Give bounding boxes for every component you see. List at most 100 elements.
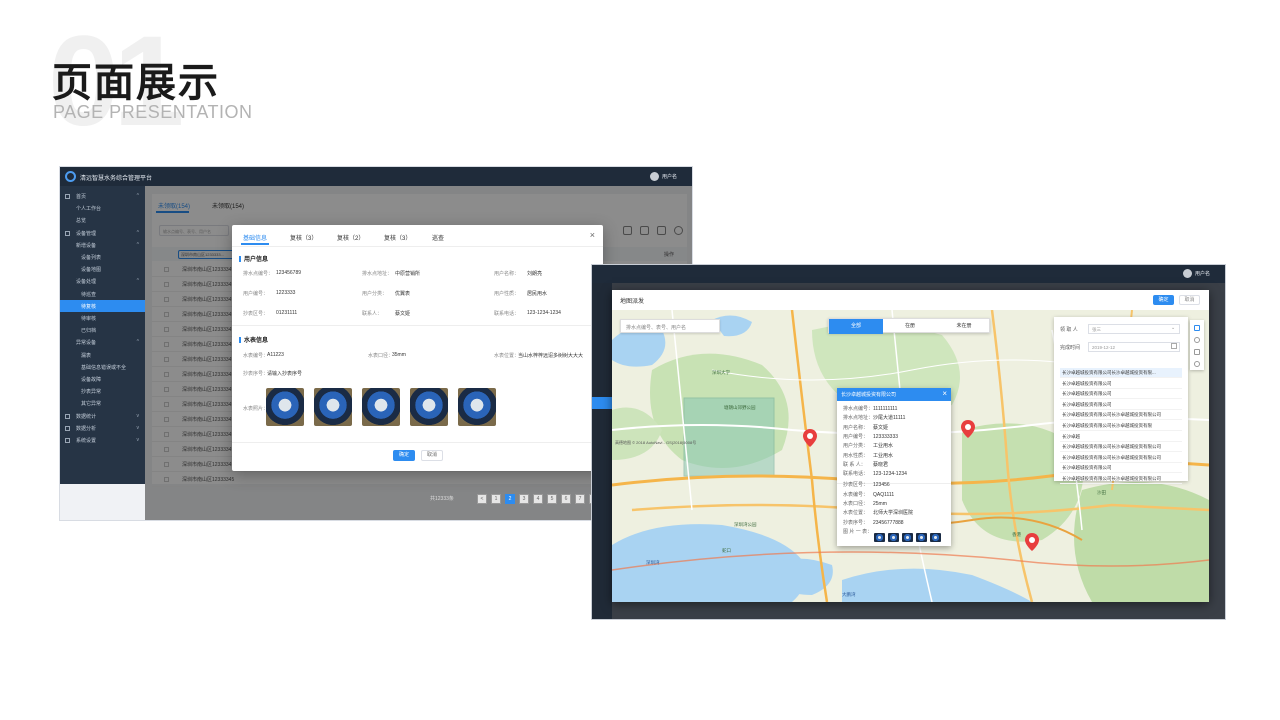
close-icon[interactable]: × xyxy=(942,389,947,398)
assign-list-item[interactable]: 长沙卓越城投资有限公司长沙卓越城投资有限公司 xyxy=(1060,453,1182,463)
map-canvas[interactable]: 深圳大学塘朗山郊野公园深圳湾蛇口深圳湾公园大鹏湾荔枝公园莲花山公园香港大围沙田 … xyxy=(612,310,1209,602)
field-label: 水表编号： xyxy=(243,353,269,359)
field-value: 35mm xyxy=(392,352,406,358)
assign-list-item[interactable]: 长沙卓越城投资有限公司 xyxy=(1060,463,1182,474)
meter-photo[interactable] xyxy=(410,388,448,426)
pager-page[interactable]: 6 xyxy=(561,494,571,504)
popup-row: 用户分类： 工业用水 xyxy=(843,442,893,449)
meter-photo[interactable] xyxy=(458,388,496,426)
pager-page[interactable]: 7 xyxy=(575,494,585,504)
popup-value: 123-1234-1234 xyxy=(873,471,907,478)
pager-page[interactable]: 4 xyxy=(533,494,543,504)
pager-prev-button[interactable]: < xyxy=(477,494,487,504)
confirm-button[interactable]: 确定 xyxy=(1153,295,1174,305)
map-copyright: 高德地图 © 2018 AutoNavi - GS(2018)5008号 xyxy=(615,440,697,445)
sidebar-item[interactable]: 设备管理 ^ xyxy=(60,227,145,239)
deadline-date-input[interactable]: 2019-12-12 xyxy=(1088,342,1180,352)
pager-page[interactable]: 3 xyxy=(519,494,529,504)
assign-list-item[interactable]: 长沙卓越城投资有限公司长沙卓越城投资有限公司 xyxy=(1060,410,1182,421)
pager-page[interactable]: 1 xyxy=(491,494,501,504)
meter-thumbnail[interactable] xyxy=(902,533,913,542)
map-label: 大鹏湾 xyxy=(842,592,856,597)
dialog-tab-basic-info[interactable]: 基础信息 xyxy=(243,233,267,242)
popup-row: 用户名称： 蔡文姬 xyxy=(843,424,888,431)
clear-tool-icon[interactable] xyxy=(1194,361,1200,367)
map-tab-all[interactable]: 全部 xyxy=(829,319,883,334)
sidebar-item[interactable]: 设备故障 xyxy=(60,373,145,385)
meter-photo[interactable] xyxy=(266,388,304,426)
sidebar-item[interactable]: 设备地图 xyxy=(60,263,145,275)
assign-list-item[interactable]: 长沙卓越城投资有限公司长沙卓越城投资有限 xyxy=(1060,421,1182,431)
assign-list-item[interactable]: 长沙卓越城投资有限公司 xyxy=(1060,400,1182,410)
sidebar-item[interactable]: 首页 ^ xyxy=(60,190,145,202)
section-meter-info: 水表信息 xyxy=(239,335,268,344)
assign-list-item[interactable]: 长沙卓越城投资有限公司长沙卓越城投资有限公司 xyxy=(1060,474,1182,484)
dialog-tab-inspection[interactable]: 巡查 xyxy=(432,233,444,242)
sidebar-item-label: 待审核 xyxy=(81,316,97,322)
meter-photo[interactable] xyxy=(362,388,400,426)
meter-thumbnail[interactable] xyxy=(930,533,941,542)
select-tool-icon[interactable] xyxy=(1194,325,1200,331)
rect-tool-icon[interactable] xyxy=(1194,349,1200,355)
sidebar-item[interactable]: 异常设备 ^ xyxy=(60,336,145,348)
field-value: 123456789 xyxy=(276,270,302,276)
sidebar-item[interactable]: 总览 xyxy=(60,214,145,226)
circle-tool-icon[interactable] xyxy=(1194,337,1200,343)
sidebar-item[interactable]: 数据分析 v xyxy=(60,422,145,434)
sidebar-item[interactable]: 设备处理 ^ xyxy=(60,275,145,287)
confirm-button[interactable]: 确定 xyxy=(393,450,415,461)
sidebar-item[interactable]: 其它异常 xyxy=(60,397,145,409)
sidebar-item[interactable]: 基础信息错误或不全 xyxy=(60,361,145,373)
meter-thumbnail[interactable] xyxy=(874,533,885,542)
avatar-icon[interactable] xyxy=(1183,269,1192,278)
map-tab-unregistered[interactable]: 未在册 xyxy=(937,319,991,334)
meter-photo[interactable] xyxy=(314,388,352,426)
pager-page[interactable]: 5 xyxy=(547,494,557,504)
sidebar-item[interactable]: 系统设置 v xyxy=(60,434,145,446)
map-pin-icon[interactable] xyxy=(1025,533,1039,551)
sidebar-item[interactable]: 数据统计 v xyxy=(60,410,145,422)
meter-thumbnail[interactable] xyxy=(888,533,899,542)
user-name[interactable]: 用户名 xyxy=(1195,270,1210,277)
sidebar-item[interactable]: 新增设备 ^ xyxy=(60,239,145,251)
assign-list-item[interactable]: 长沙卓越城投资有限公司长沙卓越城投资有限... xyxy=(1060,368,1182,378)
user-name[interactable]: 用户名 xyxy=(662,173,677,180)
map-pin-icon[interactable] xyxy=(803,429,817,447)
sidebar-item[interactable]: 待审核 xyxy=(60,312,145,324)
map-tab-registered[interactable]: 在册 xyxy=(883,319,937,334)
sidebar-item[interactable]: 抄表异常 xyxy=(60,385,145,397)
popup-label: 联系电话： xyxy=(843,471,869,478)
field-label: 联系电话： xyxy=(494,311,520,317)
dialog-tab-review-2[interactable]: 复核（2） xyxy=(337,233,364,242)
field-value[interactable]: 请输入抄表序号 xyxy=(267,370,302,377)
calendar-icon[interactable] xyxy=(1171,343,1177,349)
dialog-tab-review-3[interactable]: 复核（3） xyxy=(384,233,411,242)
cancel-button[interactable]: 取消 xyxy=(421,450,443,461)
dialog-tab-review-1[interactable]: 复核（3） xyxy=(290,233,317,242)
map-search-input[interactable]: 排水点编号、表号、用户名 xyxy=(620,319,720,333)
close-icon[interactable]: × xyxy=(590,230,595,240)
map-pin-icon[interactable] xyxy=(961,420,975,438)
cancel-button[interactable]: 取消 xyxy=(1179,295,1200,305)
sidebar-item[interactable]: 个人工作台 xyxy=(60,202,145,214)
sidebar: 首页 ^ 个人工作台 总览 设备管理 ^ 新增设备 ^ 设备列表 设备地图 设备处理 ^ 待巡查 待复核待… xyxy=(60,186,145,484)
assign-list-item[interactable]: 长沙卓越 xyxy=(1060,432,1182,442)
sidebar-item[interactable]: 漏表 xyxy=(60,349,145,361)
sidebar-item[interactable]: 待巡查 xyxy=(60,288,145,300)
sidebar-item-label: 设备故障 xyxy=(81,377,102,383)
assign-list-item[interactable]: 长沙卓越城投资有限公司 xyxy=(1060,389,1182,400)
meter-thumbnail[interactable] xyxy=(916,533,927,542)
field-label: 抄表序号： xyxy=(243,371,269,377)
pager-page[interactable]: 2 xyxy=(505,494,515,504)
avatar-icon[interactable] xyxy=(650,172,659,181)
sidebar-item[interactable]: 设备列表 xyxy=(60,251,145,263)
sidebar-active-item[interactable] xyxy=(592,397,612,409)
popup-label: 水表位置： xyxy=(843,510,869,517)
field-value: 01231111 xyxy=(276,310,298,316)
assign-list-item[interactable]: 长沙卓越城投资有限公司 xyxy=(1060,379,1182,389)
sidebar-item-label: 设备处理 xyxy=(76,279,97,286)
receiver-select[interactable]: 张三 xyxy=(1088,324,1180,334)
sidebar-item[interactable]: 待复核 xyxy=(60,299,145,312)
assign-list-item[interactable]: 长沙卓越城投资有限公司长沙卓越城投资有限公司 xyxy=(1060,442,1182,453)
sidebar-item[interactable]: 已归档 xyxy=(60,324,145,336)
